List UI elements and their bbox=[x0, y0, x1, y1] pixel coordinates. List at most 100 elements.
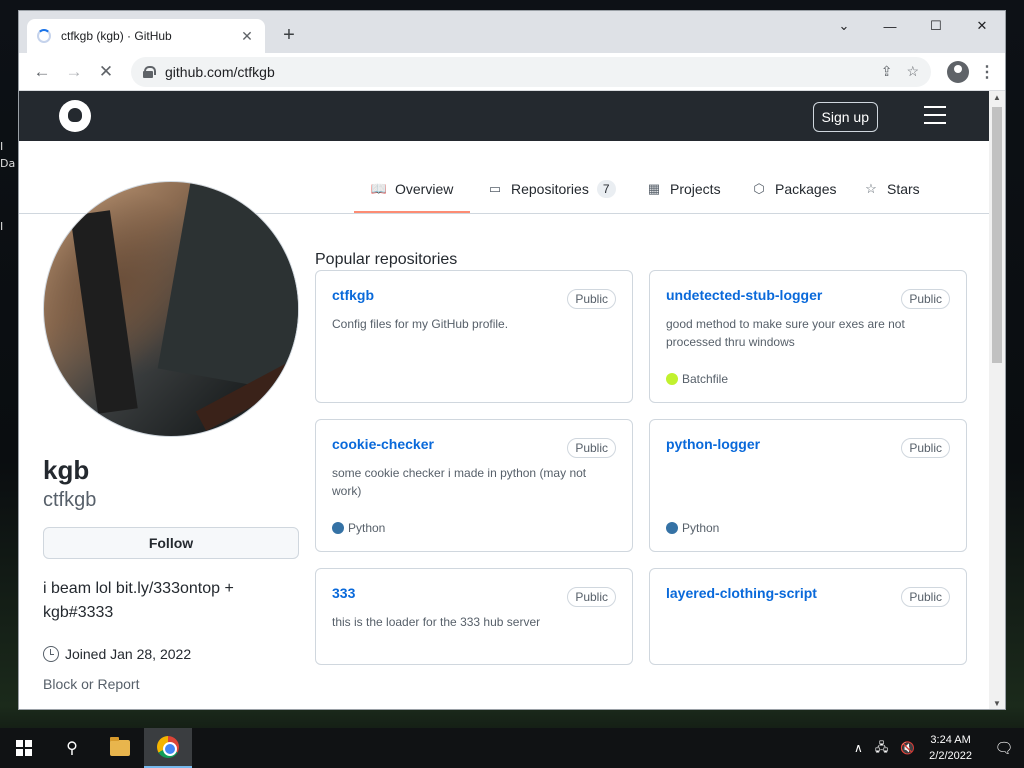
back-button[interactable]: ← bbox=[27, 57, 57, 87]
github-header: Sign up bbox=[19, 91, 991, 141]
tab-label: Projects bbox=[670, 181, 721, 197]
browser-window: ctfkgb (kgb) · GitHub ✕ + ⌄ — ☐ ✕ ← → ✕ … bbox=[18, 10, 1006, 710]
folder-icon bbox=[110, 737, 130, 756]
lock-icon[interactable] bbox=[143, 65, 156, 78]
search-icon[interactable]: ⚲ bbox=[48, 728, 96, 768]
sign-up-button[interactable]: Sign up bbox=[812, 102, 878, 132]
volume-muted-icon[interactable]: 🔇 bbox=[900, 741, 915, 755]
repo-description: some cookie checker i made in python (ma… bbox=[332, 466, 587, 498]
tab-label: Overview bbox=[395, 181, 454, 197]
visibility-badge: Public bbox=[901, 438, 950, 458]
tab-title: ctfkgb (kgb) · GitHub bbox=[61, 29, 172, 43]
chrome-icon bbox=[157, 736, 179, 758]
tab-repositories[interactable]: ▭ Repositories 7 bbox=[487, 174, 616, 204]
scroll-up-arrow-icon[interactable]: ▲ bbox=[989, 91, 1005, 105]
network-icon[interactable]: 🖧 bbox=[875, 738, 888, 759]
repo-card: python-logger Public Python bbox=[649, 419, 967, 552]
repo-card: ctfkgb Public Config files for my GitHub… bbox=[315, 270, 633, 403]
github-logo-icon[interactable] bbox=[59, 100, 91, 132]
browser-tab[interactable]: ctfkgb (kgb) · GitHub ✕ bbox=[27, 19, 265, 53]
tab-label: Repositories bbox=[511, 181, 589, 197]
joined-text: Joined Jan 28, 2022 bbox=[65, 646, 192, 662]
share-icon[interactable]: ⇪ bbox=[881, 63, 893, 80]
language-dot-icon bbox=[666, 522, 678, 534]
active-tab-underline bbox=[354, 211, 470, 213]
star-icon: ☆ bbox=[865, 181, 877, 196]
language-name: Python bbox=[682, 521, 720, 535]
chrome-taskbar-button[interactable] bbox=[144, 728, 192, 768]
bookmark-star-icon[interactable]: ☆ bbox=[906, 63, 919, 80]
desktop-label: Da bbox=[0, 157, 16, 170]
repo-card: layered-clothing-script Public bbox=[649, 568, 967, 665]
url-text[interactable]: github.com/ctfkgb bbox=[165, 64, 881, 80]
show-hidden-icons-chevron-icon[interactable]: ∧ bbox=[854, 741, 863, 755]
tab-stars[interactable]: ☆ Stars bbox=[863, 174, 920, 204]
tab-projects[interactable]: ▦ Projects bbox=[646, 174, 721, 204]
notifications-icon[interactable]: 🗨 bbox=[984, 728, 1024, 768]
close-window-button[interactable]: ✕ bbox=[959, 11, 1005, 41]
loading-spinner-icon bbox=[37, 29, 51, 43]
maximize-button[interactable]: ☐ bbox=[913, 11, 959, 41]
windows-logo-icon bbox=[16, 740, 32, 756]
scroll-down-arrow-icon[interactable]: ▼ bbox=[989, 697, 1005, 709]
system-tray: ∧ 🖧 🔇 3:24 AM 2/2/2022 🗨 bbox=[848, 728, 1024, 768]
package-icon: ⬡ bbox=[753, 181, 765, 196]
desktop-label: I bbox=[0, 220, 4, 233]
visibility-badge: Public bbox=[567, 289, 616, 309]
new-tab-button[interactable]: + bbox=[277, 23, 301, 47]
repo-count-badge: 7 bbox=[596, 180, 616, 198]
language-name: Batchfile bbox=[682, 372, 729, 386]
repo-card: 333 Public this is the loader for the 33… bbox=[315, 568, 633, 665]
start-button[interactable] bbox=[0, 728, 48, 768]
close-tab-icon[interactable]: ✕ bbox=[239, 28, 255, 45]
desktop-icon-labels: I Da I bbox=[0, 140, 18, 237]
repo-card: undetected-stub-logger Public good metho… bbox=[649, 270, 967, 403]
browser-toolbar: ← → ✕ github.com/ctfkgb ⇪ ☆ ⋮ bbox=[19, 53, 1005, 91]
profile-avatar[interactable] bbox=[43, 181, 299, 437]
window-controls: ⌄ — ☐ ✕ bbox=[821, 11, 1005, 41]
language-dot-icon bbox=[666, 373, 678, 385]
language-dot-icon bbox=[332, 522, 344, 534]
repo-description: good method to make sure your exes are n… bbox=[666, 317, 905, 349]
repo-language: Python bbox=[332, 521, 385, 535]
repo-card: cookie-checker Public some cookie checke… bbox=[315, 419, 633, 552]
tab-label: Stars bbox=[887, 181, 920, 197]
visibility-badge: Public bbox=[567, 587, 616, 607]
profile-bio: i beam lol bit.ly/333ontop + kgb#3333 bbox=[43, 580, 234, 621]
repo-icon: ▭ bbox=[488, 181, 502, 196]
menu-kebab-icon[interactable]: ⋮ bbox=[977, 62, 997, 82]
repo-description: this is the loader for the 333 hub serve… bbox=[332, 615, 541, 629]
profile-login: ctfkgb bbox=[43, 489, 97, 511]
visibility-badge: Public bbox=[901, 587, 950, 607]
page-scrollbar[interactable]: ▲ ▼ bbox=[989, 91, 1005, 709]
profile-name: kgb bbox=[43, 455, 90, 485]
file-explorer-button[interactable] bbox=[96, 728, 144, 768]
minimize-button[interactable]: — bbox=[867, 11, 913, 41]
repo-language: Batchfile bbox=[666, 372, 728, 386]
taskbar-clock[interactable]: 3:24 AM 2/2/2022 bbox=[929, 732, 972, 764]
clock-icon bbox=[43, 646, 59, 662]
clock-time: 3:24 AM bbox=[930, 734, 971, 746]
block-report-link[interactable]: Block or Report bbox=[43, 676, 139, 692]
table-icon: ▦ bbox=[647, 181, 661, 196]
follow-button[interactable]: Follow bbox=[43, 527, 299, 559]
desktop-label: I bbox=[0, 140, 4, 153]
windows-taskbar: ⚲ ∧ 🖧 🔇 3:24 AM 2/2/2022 🗨 bbox=[0, 728, 1024, 768]
address-bar[interactable]: github.com/ctfkgb ⇪ ☆ bbox=[131, 56, 931, 87]
joined-date: Joined Jan 28, 2022 bbox=[43, 646, 191, 662]
repo-language: Python bbox=[666, 521, 719, 535]
scrollbar-thumb[interactable] bbox=[992, 107, 1002, 363]
tab-search-chevron-icon[interactable]: ⌄ bbox=[821, 11, 867, 41]
popular-repos-title: Popular repositories bbox=[315, 251, 458, 268]
page-content: Sign up 📖 Overview ▭ Repositories 7 ▦ Pr… bbox=[19, 91, 991, 709]
forward-button[interactable]: → bbox=[59, 57, 89, 87]
tab-packages[interactable]: ⬡ Packages bbox=[751, 174, 836, 204]
clock-date: 2/2/2022 bbox=[929, 750, 972, 762]
profile-avatar-icon[interactable] bbox=[947, 60, 969, 83]
stop-loading-button[interactable]: ✕ bbox=[91, 57, 121, 87]
tab-overview[interactable]: 📖 Overview bbox=[371, 174, 453, 204]
hamburger-menu-icon[interactable] bbox=[924, 106, 946, 124]
visibility-badge: Public bbox=[901, 289, 950, 309]
book-icon: 📖 bbox=[370, 181, 388, 196]
tab-label: Packages bbox=[775, 181, 837, 197]
